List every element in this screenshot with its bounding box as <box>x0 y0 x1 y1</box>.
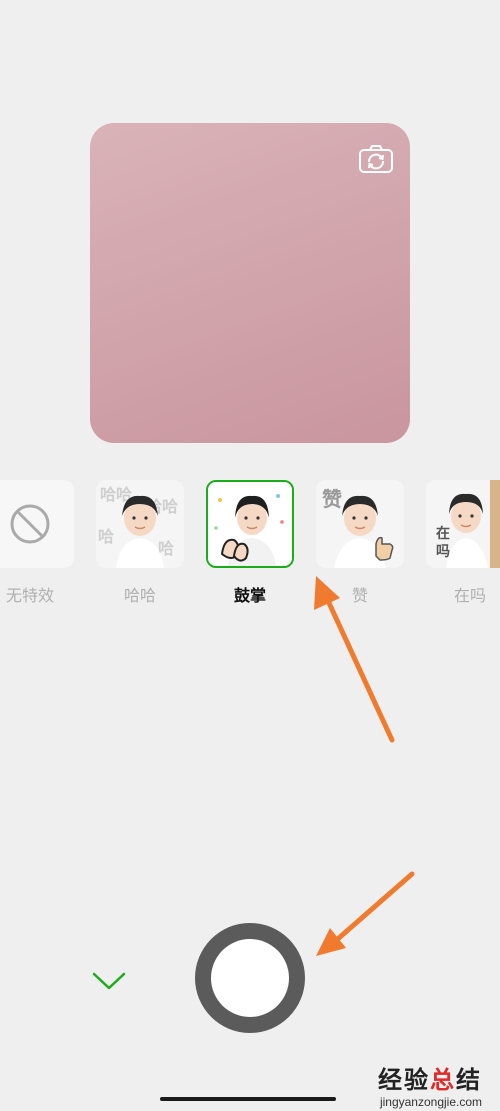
haha-sticker-thumbnail: 哈哈 哈哈 哈 哈 <box>96 480 184 568</box>
thumbs-up-sticker-thumbnail: 赞 <box>316 480 404 568</box>
annotation-arrow-left <box>316 871 415 956</box>
effect-strip: 无特效 哈哈 哈哈 哈 哈 哈哈 鼓掌 赞 赞 在 吗 在吗 <box>0 480 500 610</box>
svg-text:吗: 吗 <box>436 543 450 559</box>
effect-label: 在吗 <box>453 588 486 605</box>
home-indicator <box>160 1097 336 1101</box>
effect-item-none[interactable]: 无特效 <box>0 480 76 606</box>
effect-item-haha[interactable]: 哈哈 哈哈 哈 哈 哈哈 <box>94 480 186 606</box>
are-you-there-sticker-thumbnail: 在 吗 <box>426 480 500 568</box>
effect-label: 无特效 <box>5 588 54 605</box>
no-effect-icon <box>0 480 74 568</box>
camera-preview <box>90 123 410 443</box>
svg-text:哈: 哈 <box>98 527 114 546</box>
watermark: 经验总结 jingyanzongjie.com <box>378 1060 482 1109</box>
effect-item-are-you-there[interactable]: 在 吗 在吗 <box>424 480 500 606</box>
annotation-arrow-up <box>314 576 395 743</box>
chevron-down-icon[interactable] <box>90 968 128 994</box>
svg-text:在: 在 <box>436 525 450 541</box>
clapping-sticker-thumbnail <box>206 480 294 568</box>
svg-text:赞: 赞 <box>321 488 342 511</box>
effect-item-clap[interactable]: 鼓掌 <box>204 480 296 606</box>
record-button-inner <box>211 939 289 1017</box>
effect-label: 哈哈 <box>123 588 156 605</box>
switch-camera-icon[interactable] <box>358 143 394 175</box>
effect-label: 鼓掌 <box>233 588 266 605</box>
record-button[interactable] <box>195 923 305 1033</box>
watermark-en: jingyanzongjie.com <box>379 1095 482 1109</box>
watermark-cn: 经验总结 <box>378 1067 482 1094</box>
